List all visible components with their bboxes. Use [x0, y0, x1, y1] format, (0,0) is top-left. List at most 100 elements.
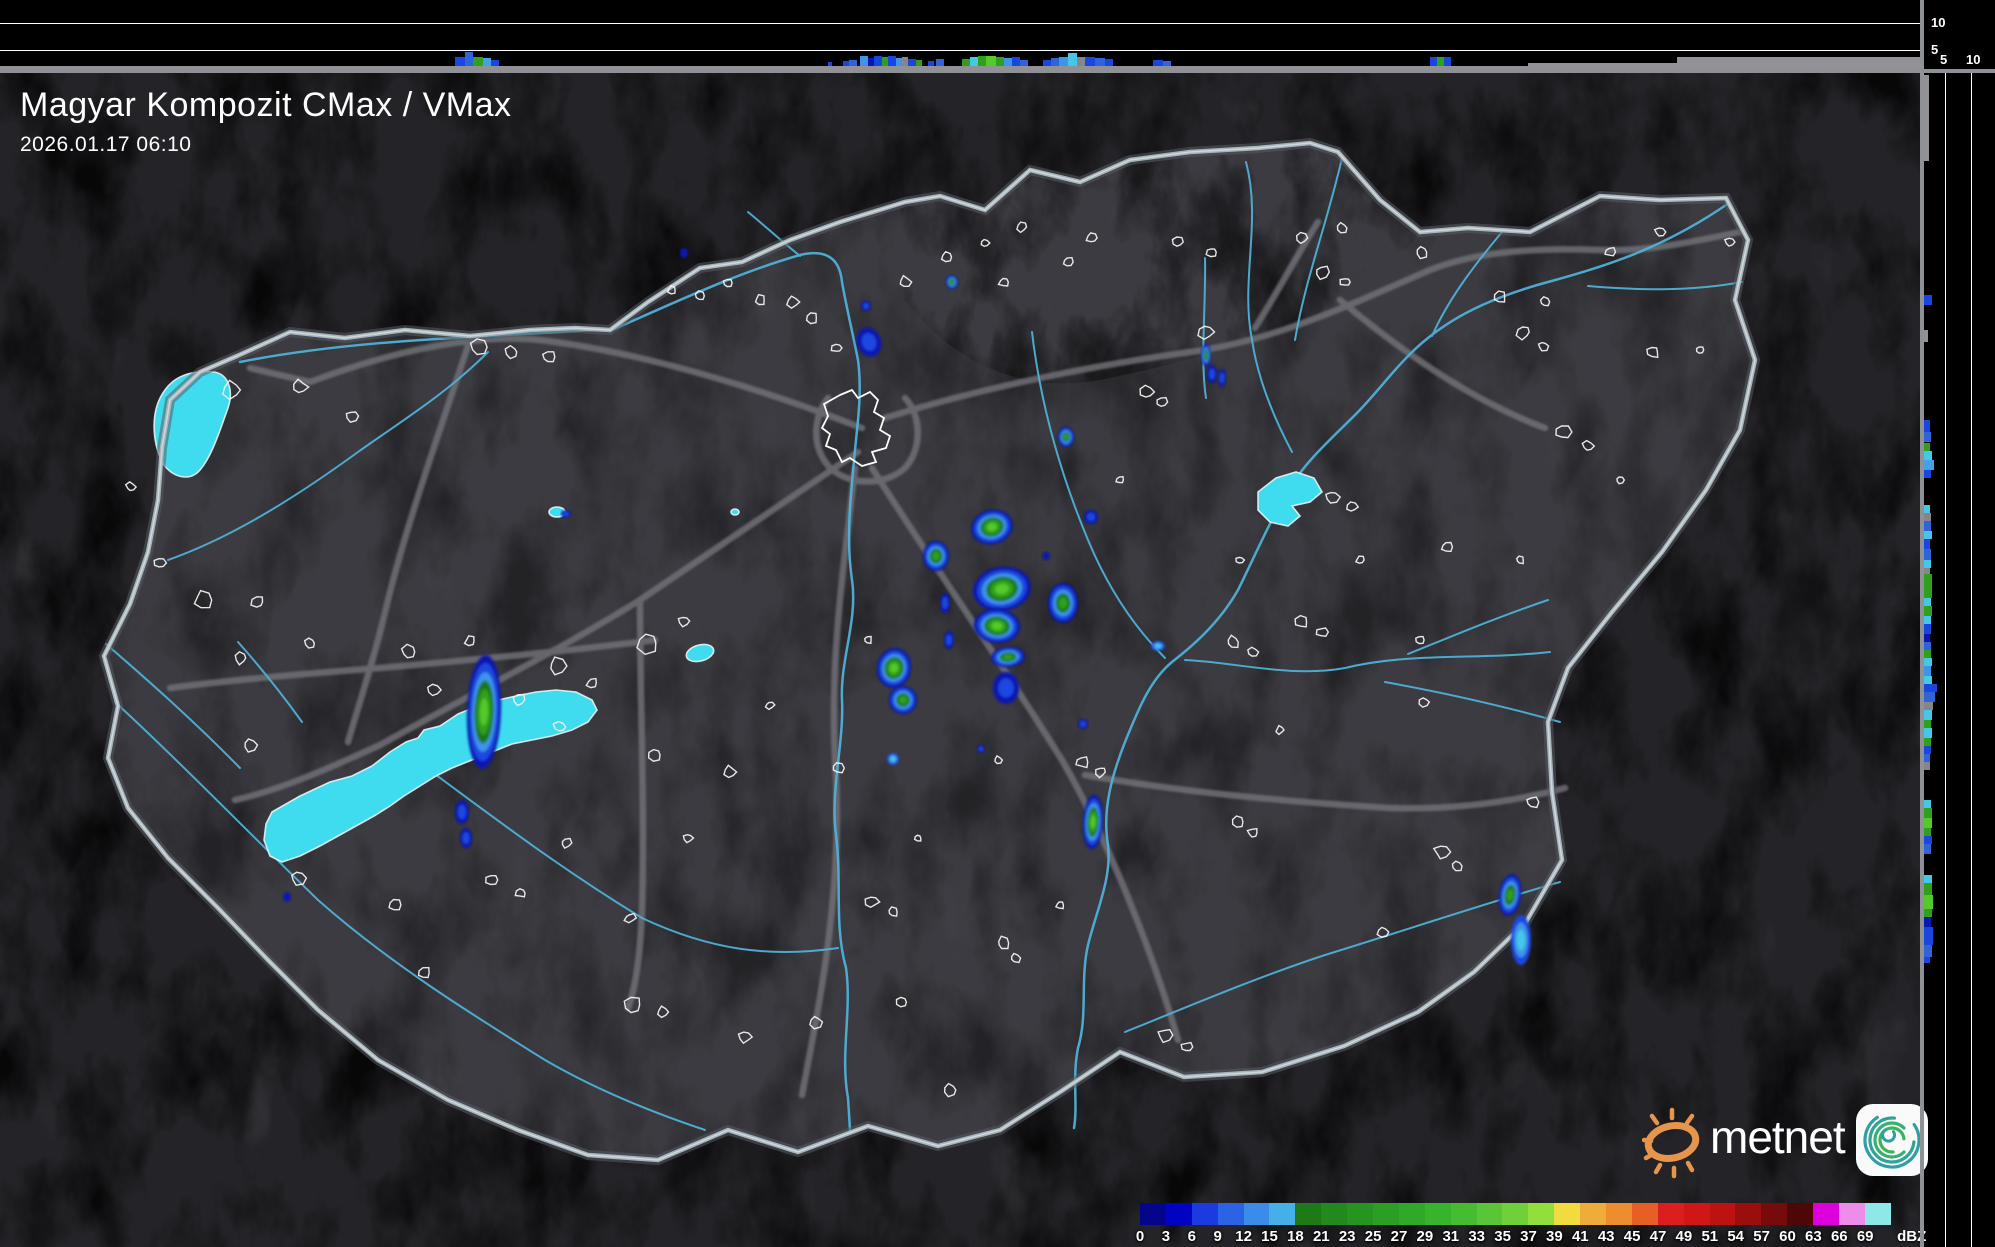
colorbar-cell [1450, 1203, 1477, 1225]
colorbar-cell [1813, 1203, 1840, 1225]
echo-column [1020, 60, 1028, 66]
radar-echo [1084, 510, 1098, 524]
radar-echo [889, 686, 917, 714]
echo-column [483, 58, 491, 66]
colorbar-label: 12 [1235, 1228, 1252, 1245]
echo-column [1095, 58, 1105, 66]
echo-column [1924, 432, 1931, 442]
colorbar-label: 69 [1856, 1228, 1874, 1245]
colorbar-cell [1321, 1203, 1348, 1225]
echo-column [936, 59, 944, 66]
echo-column [1077, 57, 1085, 66]
colorbar-label: 39 [1546, 1228, 1563, 1245]
colorbar-label: 25 [1364, 1228, 1382, 1245]
metnet-logo[interactable]: metnet [1642, 1096, 1929, 1184]
height-scale-line [0, 23, 1920, 24]
colorbar-label: 47 [1649, 1228, 1667, 1245]
colorbar-label: 45 [1623, 1228, 1641, 1245]
colorbar-label: 57 [1753, 1228, 1770, 1245]
echo-column [465, 52, 473, 66]
colorbar-label: 23 [1338, 1228, 1356, 1245]
echo-column [849, 60, 857, 66]
radar-echo [1058, 427, 1074, 447]
echo-column [455, 57, 465, 66]
echo-column [1924, 650, 1931, 658]
radar-echo [455, 800, 469, 824]
panel-divider-vertical [1920, 0, 1924, 1247]
echo-column [1924, 598, 1931, 606]
echo-column [491, 60, 499, 66]
echo-column [1924, 738, 1931, 746]
colorbar-cell [1476, 1203, 1503, 1225]
echo-column [962, 59, 970, 66]
echo-column [1924, 895, 1933, 909]
echo-column [1924, 684, 1937, 692]
colorbar-cell [1839, 1203, 1865, 1225]
radar-echo [944, 631, 954, 649]
colorbar-cell [1140, 1203, 1166, 1225]
colorbar-label: 21 [1312, 1228, 1330, 1245]
echo-column [1924, 909, 1932, 917]
colorbar-cell [1683, 1203, 1710, 1225]
echo-column [1924, 634, 1930, 642]
colorbar-cell [1709, 1203, 1736, 1225]
echo-column [1924, 624, 1931, 634]
colorbar-cell [1243, 1203, 1270, 1225]
echo-column [1924, 451, 1932, 460]
colorbar-cell [1864, 1203, 1891, 1225]
colorbar-label: 9 [1213, 1228, 1222, 1245]
height-scale-label: 10 [1966, 52, 1981, 67]
echo-column [1924, 460, 1934, 470]
colorbar-label: 3 [1161, 1228, 1171, 1245]
timestamp: 2026.01.17 06:10 [20, 133, 192, 156]
colorbar-label: 43 [1597, 1228, 1615, 1245]
colorbar-label: 29 [1416, 1228, 1434, 1245]
echo-column [1924, 762, 1930, 770]
height-scale-line [0, 50, 1920, 51]
radar-echo [1042, 552, 1050, 560]
echo-column [1924, 470, 1931, 478]
echo-column [908, 59, 916, 66]
echo-column [1068, 53, 1077, 66]
radar-echo [1511, 915, 1531, 965]
echo-column [1924, 574, 1932, 584]
echo-column [1924, 584, 1932, 598]
small-pond [730, 508, 740, 516]
terrain-profile-bar [1677, 57, 1920, 69]
terrain-profile-bar [1924, 75, 1929, 161]
echo-column [1924, 549, 1931, 560]
radar-echo [887, 753, 899, 765]
echo-column [1444, 57, 1451, 66]
colorbar-label: 31 [1442, 1228, 1460, 1245]
echo-column [1924, 828, 1931, 836]
echo-column [1430, 57, 1437, 66]
echo-column [1924, 560, 1931, 568]
echo-column [1163, 61, 1171, 66]
echo-column [1924, 883, 1932, 895]
echo-column [1012, 57, 1020, 66]
echo-column [1924, 728, 1932, 738]
echo-column [1924, 836, 1932, 844]
vmax-top-cross-section [0, 0, 1920, 69]
colorbar-label: 41 [1571, 1228, 1589, 1245]
colorbar-label: 15 [1261, 1228, 1278, 1245]
colorbar-cell [1735, 1203, 1762, 1225]
echo-column [1924, 443, 1930, 451]
colorbar-cell [1373, 1203, 1399, 1225]
echo-column [473, 57, 483, 66]
echo-column [1924, 702, 1933, 710]
echo-column [874, 56, 882, 66]
colorbar-label: 6 [1187, 1228, 1196, 1245]
echo-column [1043, 60, 1051, 66]
echo-column [1924, 710, 1932, 720]
radar-echo [561, 510, 571, 518]
echo-column [1051, 58, 1059, 66]
radar-echo [940, 593, 950, 613]
colorbar-cell [1761, 1203, 1788, 1225]
height-scale-label: 10 [1931, 15, 1946, 30]
colorbar-cell [1631, 1203, 1658, 1225]
echo-column [1924, 676, 1932, 684]
colorbar-label: 66 [1830, 1228, 1848, 1245]
colorbar-label: 33 [1468, 1228, 1486, 1245]
echo-column [1924, 505, 1930, 513]
